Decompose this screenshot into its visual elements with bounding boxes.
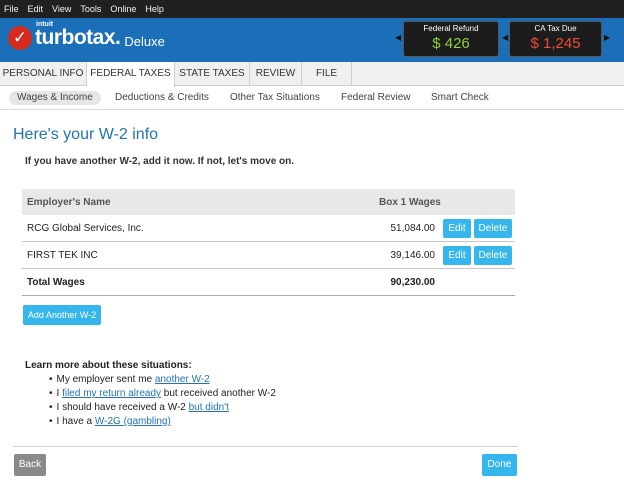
delete-button[interactable]: Delete bbox=[474, 246, 512, 265]
logo-wordmark: intuit turbotax. Deluxe bbox=[35, 21, 165, 50]
subtab-federal-review[interactable]: Federal Review bbox=[341, 91, 410, 105]
learn-more-title: Learn more about these situations: bbox=[25, 360, 192, 371]
total-wages-label: Total Wages bbox=[27, 277, 85, 288]
menu-online[interactable]: Online bbox=[110, 4, 136, 14]
header-employer-name: Employer's Name bbox=[27, 197, 111, 208]
learn-more-section: Learn more about these situations: My em… bbox=[25, 360, 276, 429]
w2-table: Employer's Name Box 1 Wages RCG Global S… bbox=[22, 189, 515, 296]
instruction-text: If you have another W-2, add it now. If … bbox=[25, 156, 295, 167]
learn-more-list: My employer sent me another W-2 I filed … bbox=[49, 373, 276, 429]
table-row: RCG Global Services, Inc. 51,084.00 Edit… bbox=[22, 215, 515, 242]
main-tabs: PERSONAL INFO FEDERAL TAXES STATE TAXES … bbox=[0, 62, 624, 87]
state-tax-label: CA Tax Due bbox=[534, 24, 577, 33]
list-item: I should have received a W-2 but didn't bbox=[49, 401, 276, 415]
federal-refund-label: Federal Refund bbox=[423, 24, 479, 33]
add-another-w2-button[interactable]: Add Another W-2 bbox=[23, 305, 101, 325]
w2g-gambling-link[interactable]: W-2G (gambling) bbox=[95, 416, 171, 427]
table-header: Employer's Name Box 1 Wages bbox=[22, 189, 515, 215]
menu-help[interactable]: Help bbox=[145, 4, 164, 14]
tab-file[interactable]: FILE bbox=[302, 62, 352, 86]
list-item: I filed my return already but received a… bbox=[49, 387, 276, 401]
state-tax-value: $ 1,245 bbox=[530, 35, 581, 52]
tab-state-taxes[interactable]: STATE TAXES bbox=[175, 62, 250, 86]
delete-button[interactable]: Delete bbox=[474, 219, 512, 238]
list-item-text: My employer sent me bbox=[56, 374, 155, 385]
sub-tabs: Wages & Income Deductions & Credits Othe… bbox=[0, 86, 624, 110]
box1-wages: 39,146.00 bbox=[390, 250, 436, 261]
logo-brand-name: turbotax. bbox=[35, 26, 121, 49]
another-w2-link[interactable]: another W-2 bbox=[155, 374, 210, 385]
federal-refund-value: $ 426 bbox=[432, 35, 470, 52]
total-wages-value: 90,230.00 bbox=[390, 277, 436, 288]
page-title: Here's your W-2 info bbox=[13, 126, 159, 143]
menu-bar: File Edit View Tools Online Help bbox=[0, 0, 624, 18]
menu-file[interactable]: File bbox=[4, 4, 19, 14]
logo-intuit: intuit bbox=[36, 21, 54, 28]
chevron-left-icon-state[interactable]: ◀ bbox=[502, 33, 508, 42]
tab-federal-taxes[interactable]: FEDERAL TAXES bbox=[87, 62, 175, 87]
tab-personal-info[interactable]: PERSONAL INFO bbox=[0, 62, 87, 86]
edit-button[interactable]: Edit bbox=[443, 246, 471, 265]
done-button[interactable]: Done bbox=[482, 454, 517, 476]
employer-name: RCG Global Services, Inc. bbox=[27, 223, 144, 234]
list-item: My employer sent me another W-2 bbox=[49, 373, 276, 387]
edit-button[interactable]: Edit bbox=[443, 219, 471, 238]
chevron-right-icon[interactable]: ▶ bbox=[604, 33, 610, 42]
list-item-text: I have a bbox=[56, 416, 95, 427]
subtab-other-tax-situations[interactable]: Other Tax Situations bbox=[230, 91, 320, 105]
list-item: I have a W-2G (gambling) bbox=[49, 415, 276, 429]
app-header: ✓ intuit turbotax. Deluxe ◀ Federal Refun… bbox=[0, 18, 624, 62]
back-button[interactable]: Back bbox=[14, 454, 46, 476]
subtab-deductions-credits[interactable]: Deductions & Credits bbox=[115, 91, 209, 105]
subtab-smart-check[interactable]: Smart Check bbox=[431, 91, 489, 105]
filed-return-already-link[interactable]: filed my return already bbox=[62, 388, 161, 399]
employer-name: FIRST TEK INC bbox=[27, 250, 98, 261]
total-row: Total Wages 90,230.00 bbox=[22, 269, 515, 296]
menu-edit[interactable]: Edit bbox=[28, 4, 44, 14]
table-row: FIRST TEK INC 39,146.00 Edit Delete bbox=[22, 242, 515, 269]
menu-tools[interactable]: Tools bbox=[80, 4, 101, 14]
list-item-text: but received another W-2 bbox=[161, 388, 276, 399]
logo-product-name: Deluxe bbox=[124, 34, 165, 49]
but-didnt-link[interactable]: but didn't bbox=[189, 402, 229, 413]
header-box1-wages: Box 1 Wages bbox=[379, 197, 441, 208]
menu-view[interactable]: View bbox=[52, 4, 71, 14]
checkmark-logo-icon: ✓ bbox=[8, 26, 32, 50]
box1-wages: 51,084.00 bbox=[390, 223, 436, 234]
chevron-left-icon[interactable]: ◀ bbox=[395, 33, 401, 42]
subtab-wages-income[interactable]: Wages & Income bbox=[9, 91, 101, 105]
footer-divider bbox=[13, 446, 518, 447]
list-item-text: I should have received a W-2 bbox=[56, 402, 189, 413]
tab-review[interactable]: REVIEW bbox=[250, 62, 302, 86]
turbotax-logo: ✓ intuit turbotax. Deluxe bbox=[8, 21, 165, 50]
federal-refund-meter[interactable]: Federal Refund $ 426 bbox=[403, 21, 499, 57]
state-tax-meter[interactable]: CA Tax Due $ 1,245 bbox=[509, 21, 602, 57]
